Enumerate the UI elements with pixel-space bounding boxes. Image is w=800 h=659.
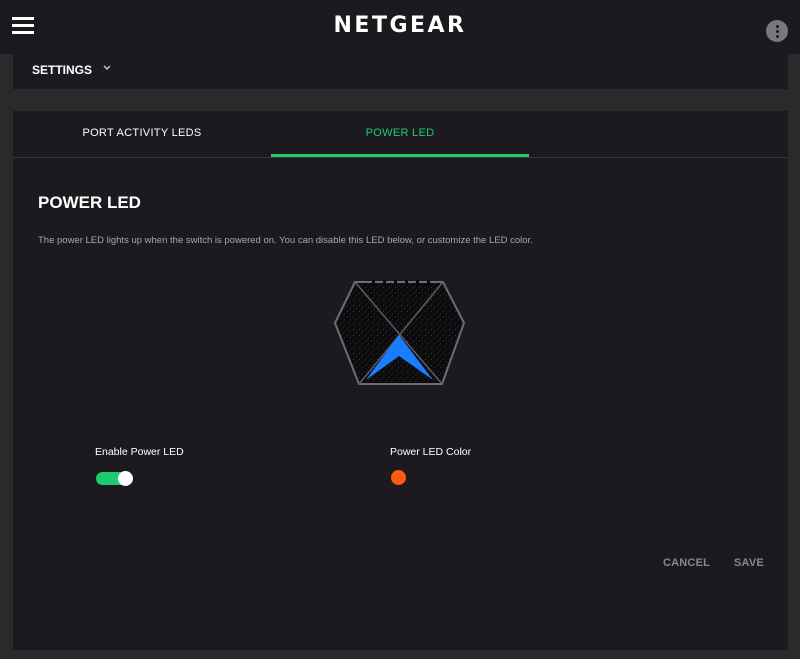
section-description: The power LED lights up when the switch … xyxy=(38,235,533,246)
enable-power-led-toggle[interactable] xyxy=(96,471,133,486)
device-body xyxy=(334,281,466,385)
enable-power-led-label: Enable Power LED xyxy=(95,446,184,458)
more-vertical-icon[interactable] xyxy=(766,20,788,42)
settings-dropdown[interactable]: SETTINGS xyxy=(32,63,92,77)
tab-port-activity-leds[interactable]: PORT ACTIVITY LEDS xyxy=(13,111,271,157)
chevron-down-icon[interactable] xyxy=(102,62,112,72)
save-button[interactable]: SAVE xyxy=(734,557,764,569)
tab-power-led[interactable]: POWER LED xyxy=(271,111,529,157)
switch-device-illustration xyxy=(334,280,466,385)
netgear-logo: NETGEAR xyxy=(333,13,467,38)
tab-bar: PORT ACTIVITY LEDS POWER LED xyxy=(13,111,788,158)
power-led-panel: PORT ACTIVITY LEDS POWER LED POWER LED T… xyxy=(13,111,788,650)
cancel-button[interactable]: CANCEL xyxy=(663,557,710,569)
section-title: POWER LED xyxy=(38,193,141,212)
active-tab-indicator xyxy=(271,154,529,157)
settings-bar: SETTINGS xyxy=(13,54,788,89)
power-led-color-picker[interactable] xyxy=(391,470,406,485)
power-led-color-label: Power LED Color xyxy=(390,446,472,458)
top-bar: NETGEAR xyxy=(0,0,800,54)
